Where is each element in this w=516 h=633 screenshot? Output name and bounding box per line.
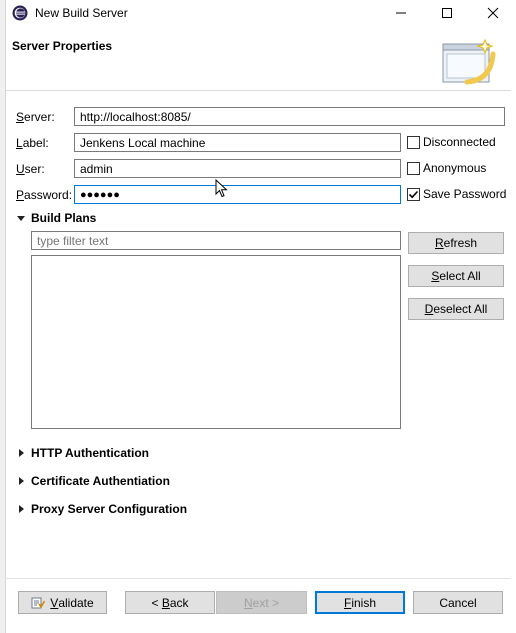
checkbox-box[interactable] <box>407 135 420 149</box>
label-label: Label: <box>16 136 49 150</box>
footer-divider <box>5 578 511 579</box>
validate-button[interactable]: Validate <box>18 591 107 614</box>
validate-icon <box>31 596 46 610</box>
next-button[interactable]: Next > <box>216 591 307 614</box>
filter-input[interactable] <box>31 231 401 250</box>
finish-button[interactable]: Finish <box>315 591 405 614</box>
chevron-right-icon <box>19 477 24 485</box>
label-input[interactable]: Jenkens Local machine <box>74 133 401 152</box>
eclipse-icon <box>12 5 28 21</box>
checkmark-icon <box>408 190 419 198</box>
password-label: Password: <box>16 188 73 202</box>
section-title: HTTP Authentication <box>31 446 149 460</box>
section-title: Proxy Server Configuration <box>31 502 188 516</box>
server-label: Server: <box>16 110 55 124</box>
disconnected-label: Disconnected <box>423 135 496 149</box>
close-icon <box>487 7 499 19</box>
user-label: User: <box>16 162 45 176</box>
refresh-button[interactable]: Refresh <box>408 232 504 254</box>
chevron-down-icon <box>17 215 25 221</box>
build-plans-title: Build Plans <box>31 211 97 225</box>
server-wizard-icon <box>437 36 499 88</box>
save-password-label: Save Password <box>423 187 507 201</box>
proxy-server-configuration-toggle[interactable]: Proxy Server Configuration <box>19 502 187 516</box>
chevron-right-icon <box>19 505 24 513</box>
close-button[interactable] <box>470 0 516 26</box>
select-all-button[interactable]: Select All <box>408 265 504 287</box>
chevron-right-icon <box>19 449 24 457</box>
user-input[interactable]: admin <box>74 159 401 178</box>
back-button[interactable]: < Back <box>125 591 215 614</box>
title-bar: New Build Server <box>0 0 516 26</box>
build-plans-toggle[interactable]: Build Plans <box>17 211 96 225</box>
cancel-button[interactable]: Cancel <box>413 591 503 614</box>
anonymous-label: Anonymous <box>423 161 487 175</box>
server-url-input[interactable]: http://localhost:8085/ <box>74 107 505 126</box>
window-title: New Build Server <box>35 6 128 20</box>
password-input[interactable]: ●●●●●● <box>74 185 401 204</box>
http-authentication-toggle[interactable]: HTTP Authentication <box>19 446 149 460</box>
deselect-all-button[interactable]: Deselect All <box>408 298 504 320</box>
disconnected-checkbox[interactable]: Disconnected <box>407 135 496 149</box>
background-window-edge <box>0 0 6 633</box>
minimize-button[interactable] <box>378 0 424 26</box>
certificate-authentication-toggle[interactable]: Certificate Authentiation <box>19 474 170 488</box>
section-title: Certificate Authentiation <box>31 474 170 488</box>
save-password-checkbox[interactable]: Save Password <box>407 187 506 201</box>
anonymous-checkbox[interactable]: Anonymous <box>407 161 486 175</box>
checkbox-box[interactable] <box>407 187 420 201</box>
minimize-icon <box>396 12 406 14</box>
maximize-icon <box>442 8 452 18</box>
checkbox-box[interactable] <box>407 161 420 175</box>
maximize-button[interactable] <box>424 0 470 26</box>
mouse-cursor-icon <box>215 178 229 202</box>
wizard-header: Server Properties <box>5 26 511 91</box>
build-plans-list[interactable] <box>31 255 401 429</box>
page-title: Server Properties <box>12 39 113 53</box>
